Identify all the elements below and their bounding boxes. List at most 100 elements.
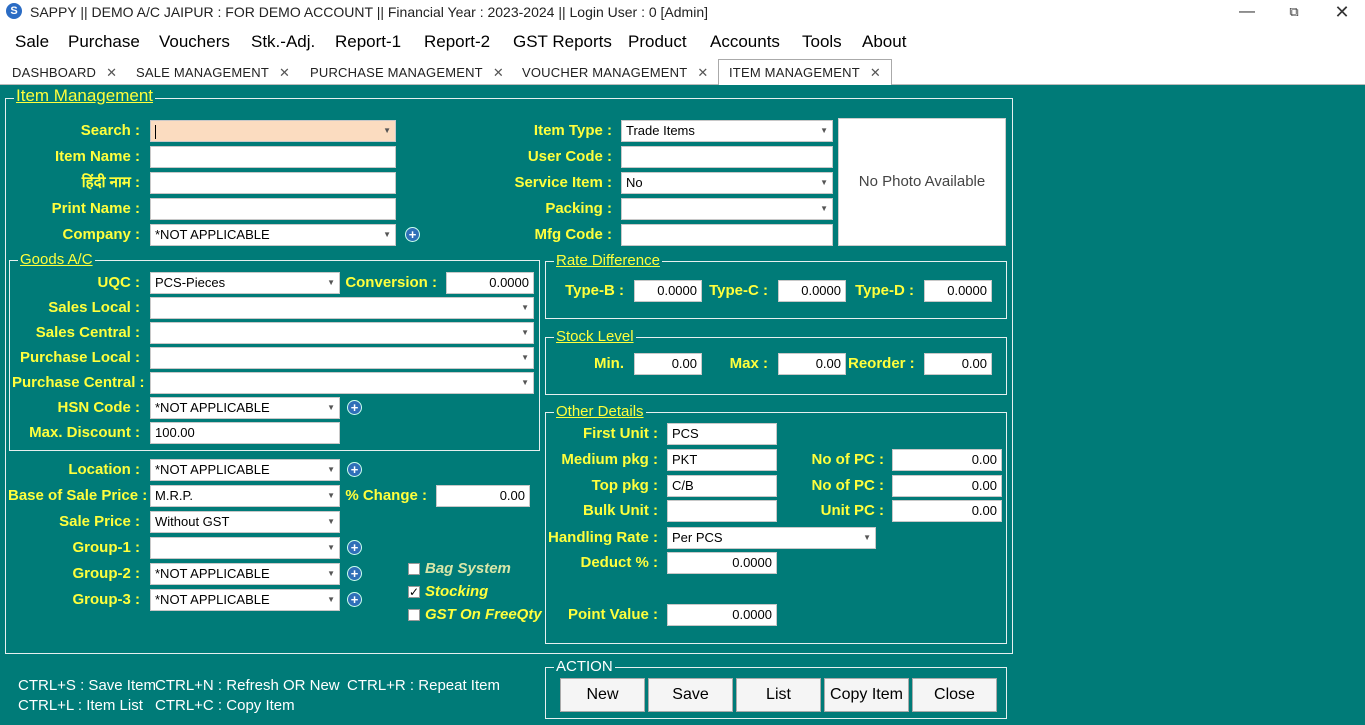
item-type-select[interactable]: Trade Items ▼ (621, 120, 833, 142)
group1-select[interactable]: ▼ (150, 537, 340, 559)
purchase-local-select[interactable]: ▼ (150, 347, 534, 369)
dropdown-arrow-icon[interactable]: ▼ (327, 273, 335, 293)
deduct-pct-input[interactable]: 0.0000 (667, 552, 777, 574)
handling-rate-select[interactable]: Per PCS ▼ (667, 527, 876, 549)
list-button[interactable]: List (736, 678, 821, 712)
company-select[interactable]: *NOT APPLICABLE ▼ (150, 224, 396, 246)
max-discount-input[interactable]: 100.00 (150, 422, 340, 444)
service-item-select[interactable]: No ▼ (621, 172, 833, 194)
checkbox-box[interactable] (408, 609, 420, 622)
mfg-code-input[interactable] (621, 224, 833, 246)
pct-change-input[interactable]: 0.00 (436, 485, 530, 507)
group2-select[interactable]: *NOT APPLICABLE ▼ (150, 563, 340, 585)
hsn-code-select[interactable]: *NOT APPLICABLE ▼ (150, 397, 340, 419)
checkmark-icon[interactable]: ✓ (408, 586, 420, 599)
new-button[interactable]: New (560, 678, 645, 712)
dropdown-arrow-icon[interactable]: ▼ (383, 121, 391, 141)
conversion-input[interactable]: 0.0000 (446, 272, 534, 294)
dropdown-arrow-icon[interactable]: ▼ (820, 173, 828, 193)
menu-sale[interactable]: Sale (15, 32, 49, 52)
top-no-of-pc-input[interactable]: 0.00 (892, 475, 1002, 497)
hindi-name-input[interactable] (150, 172, 396, 194)
medium-pkg-input[interactable]: PKT (667, 449, 777, 471)
close-tab-icon[interactable]: ✕ (106, 65, 117, 80)
point-value-input[interactable]: 0.0000 (667, 604, 777, 626)
location-select[interactable]: *NOT APPLICABLE ▼ (150, 459, 340, 481)
dropdown-arrow-icon[interactable]: ▼ (521, 298, 529, 318)
sales-central-select[interactable]: ▼ (150, 322, 534, 344)
user-code-input[interactable] (621, 146, 833, 168)
menu-tools[interactable]: Tools (802, 32, 842, 52)
sales-local-select[interactable]: ▼ (150, 297, 534, 319)
dropdown-arrow-icon[interactable]: ▼ (327, 486, 335, 506)
dropdown-arrow-icon[interactable]: ▼ (820, 121, 828, 141)
medium-no-of-pc-input[interactable]: 0.00 (892, 449, 1002, 471)
dropdown-arrow-icon[interactable]: ▼ (327, 398, 335, 418)
type-d-input[interactable]: 0.0000 (924, 280, 992, 302)
close-tab-icon[interactable]: ✕ (697, 65, 708, 80)
uqc-select[interactable]: PCS-Pieces ▼ (150, 272, 340, 294)
bulk-unit-input[interactable] (667, 500, 777, 522)
group3-select[interactable]: *NOT APPLICABLE ▼ (150, 589, 340, 611)
type-b-input[interactable]: 0.0000 (634, 280, 702, 302)
item-name-input[interactable] (150, 146, 396, 168)
purchase-central-select[interactable]: ▼ (150, 372, 534, 394)
dropdown-arrow-icon[interactable]: ▼ (327, 460, 335, 480)
dropdown-arrow-icon[interactable]: ▼ (521, 373, 529, 393)
type-c-input[interactable]: 0.0000 (778, 280, 846, 302)
menu-product[interactable]: Product (628, 32, 687, 52)
add-group1-icon[interactable]: + (347, 540, 362, 555)
menu-stock-adjustment[interactable]: Stk.-Adj. (251, 32, 315, 52)
tab-sale-management[interactable]: SALE MANAGEMENT ✕ (136, 60, 290, 85)
close-button[interactable]: Close (912, 678, 997, 712)
minimize-icon[interactable]: — (1232, 2, 1262, 22)
copy-item-button[interactable]: Copy Item (824, 678, 909, 712)
item-photo[interactable]: No Photo Available (838, 118, 1006, 246)
base-of-sale-price-select[interactable]: M.R.P. ▼ (150, 485, 340, 507)
dropdown-arrow-icon[interactable]: ▼ (521, 323, 529, 343)
tab-dashboard[interactable]: DASHBOARD ✕ (12, 60, 117, 85)
restore-icon[interactable]: ⧉ (1279, 2, 1309, 22)
checkbox-box[interactable] (408, 563, 420, 576)
dropdown-arrow-icon[interactable]: ▼ (327, 590, 335, 610)
dropdown-arrow-icon[interactable]: ▼ (327, 538, 335, 558)
dropdown-arrow-icon[interactable]: ▼ (327, 564, 335, 584)
tab-purchase-management[interactable]: PURCHASE MANAGEMENT ✕ (310, 60, 504, 85)
gst-on-freeqty-checkbox[interactable]: GST On FreeQty (408, 606, 542, 624)
dropdown-arrow-icon[interactable]: ▼ (863, 528, 871, 548)
tab-item-management[interactable]: ITEM MANAGEMENT ✕ (718, 59, 892, 85)
max-input[interactable]: 0.00 (778, 353, 846, 375)
dropdown-arrow-icon[interactable]: ▼ (327, 512, 335, 532)
first-unit-input[interactable]: PCS (667, 423, 777, 445)
add-group2-icon[interactable]: + (347, 566, 362, 581)
min-input[interactable]: 0.00 (634, 353, 702, 375)
bag-system-checkbox[interactable]: Bag System (408, 560, 511, 578)
close-tab-icon[interactable]: ✕ (870, 65, 881, 80)
add-company-icon[interactable]: + (405, 227, 420, 242)
close-tab-icon[interactable]: ✕ (493, 65, 504, 80)
menu-purchase[interactable]: Purchase (68, 32, 140, 52)
menu-accounts[interactable]: Accounts (710, 32, 780, 52)
dropdown-arrow-icon[interactable]: ▼ (521, 348, 529, 368)
dropdown-arrow-icon[interactable]: ▼ (383, 225, 391, 245)
menu-report-1[interactable]: Report-1 (335, 32, 401, 52)
stocking-checkbox[interactable]: ✓ Stocking (408, 583, 488, 601)
packing-select[interactable]: ▼ (621, 198, 833, 220)
reorder-input[interactable]: 0.00 (924, 353, 992, 375)
menu-vouchers[interactable]: Vouchers (159, 32, 230, 52)
menu-gst-reports[interactable]: GST Reports (513, 32, 612, 52)
print-name-input[interactable] (150, 198, 396, 220)
sale-price-select[interactable]: Without GST ▼ (150, 511, 340, 533)
top-pkg-input[interactable]: C/B (667, 475, 777, 497)
menu-about[interactable]: About (862, 32, 906, 52)
search-combo[interactable]: ▼ (150, 120, 396, 142)
tab-voucher-management[interactable]: VOUCHER MANAGEMENT ✕ (522, 60, 708, 85)
dropdown-arrow-icon[interactable]: ▼ (820, 199, 828, 219)
save-button[interactable]: Save (648, 678, 733, 712)
add-location-icon[interactable]: + (347, 462, 362, 477)
close-icon[interactable]: ✕ (1327, 2, 1357, 22)
unit-pc-input[interactable]: 0.00 (892, 500, 1002, 522)
add-group3-icon[interactable]: + (347, 592, 362, 607)
close-tab-icon[interactable]: ✕ (279, 65, 290, 80)
menu-report-2[interactable]: Report-2 (424, 32, 490, 52)
